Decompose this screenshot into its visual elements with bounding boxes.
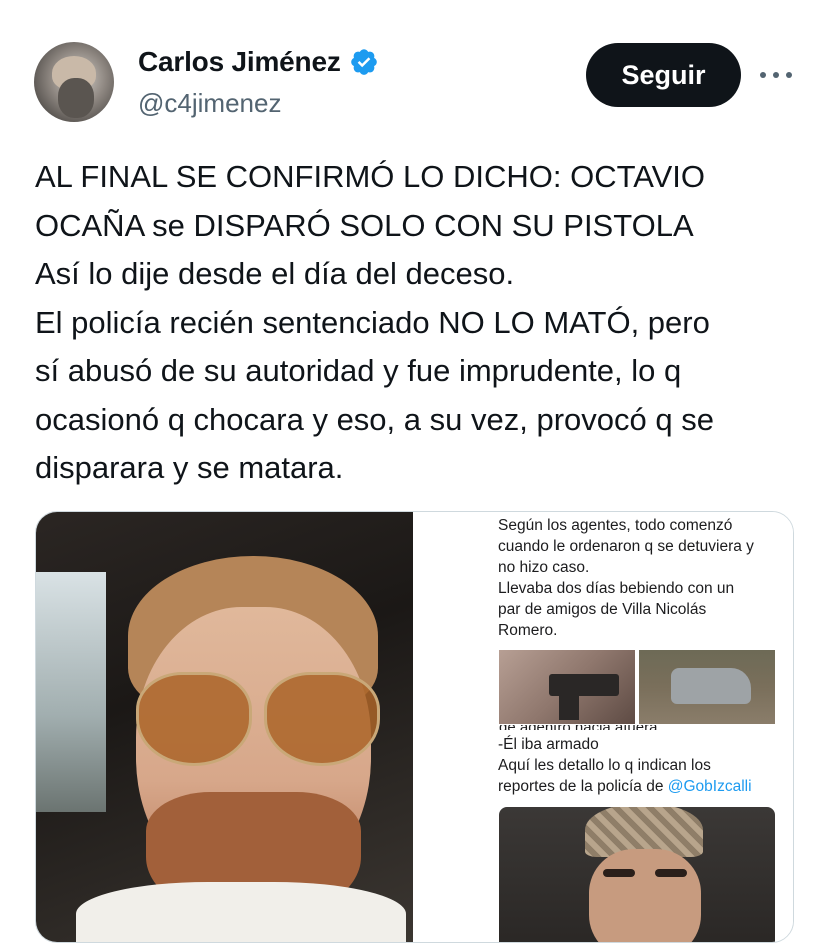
eyebrow-shape: [655, 869, 687, 877]
tweet-text-line: OCAÑA se DISPARÓ SOLO CON SU PISTOLA: [35, 207, 694, 243]
more-dot: [773, 72, 779, 78]
screenshot-text-top: Según los agentes, todo comenzó cuando l…: [498, 515, 783, 641]
media-photo-man-sunglasses[interactable]: [36, 512, 413, 942]
author-handle[interactable]: @c4jimenez: [138, 88, 281, 119]
tweet-text-line: ocasionó q chocara y eso, a su vez, prov…: [35, 401, 714, 437]
verified-badge-icon: [350, 49, 377, 75]
media-screenshot-panel[interactable]: Según los agentes, todo comenzó cuando l…: [413, 512, 793, 942]
screenshot-cut-text: de adentro hacia afuera: [499, 725, 769, 730]
car-shape: [671, 668, 751, 704]
author-name-row: Carlos Jiménez: [138, 46, 379, 78]
avatar[interactable]: [34, 42, 114, 122]
screenshot-text-line: Aquí les detallo lo q indican los: [498, 757, 711, 774]
screenshot-text-line: cuando le ordenaron q se detuviera y: [498, 538, 754, 555]
screenshot-text-line: Según los agentes, todo comenzó: [498, 517, 733, 534]
tweet-text-line: AL FINAL SE CONFIRMÓ LO DICHO: OCTAVIO: [35, 159, 706, 194]
screenshot-text-line: par de amigos de Villa Nicolás: [498, 601, 707, 618]
tweet-text-line: disparara y se matara.: [35, 450, 344, 485]
tweet-text-line: sí abusó de su autoridad y fue imprudent…: [35, 353, 682, 388]
more-dot: [760, 72, 766, 78]
screenshot-text-line: no hizo caso.: [498, 559, 590, 576]
pistol-grip-shape: [559, 690, 579, 720]
more-dot: [786, 72, 792, 78]
screenshot-text-bottom: -Él iba armado Aquí les detallo lo q ind…: [498, 734, 783, 797]
screenshot-text-line: Romero.: [498, 622, 558, 639]
screenshot-text-prefix: reportes de la policía de: [498, 778, 668, 795]
car-window-shape: [36, 572, 106, 812]
tweet-text-line: El policía recién sentenciado NO LO MATÓ…: [35, 304, 710, 340]
screenshot-photo-crashed-car: [639, 650, 775, 724]
tweet-text-line: Así lo dije desde el día del deceso.: [35, 256, 515, 291]
avatar-face-shape: [58, 78, 94, 118]
screenshot-text-line-mention: reportes de la policía de @GobIzcalli: [498, 776, 783, 797]
follow-button[interactable]: Seguir: [586, 43, 741, 107]
media-gallery: Según los agentes, todo comenzó cuando l…: [35, 511, 794, 943]
shirt-shape: [76, 882, 406, 942]
screenshot-text-line: -Él iba armado: [498, 736, 599, 753]
eyebrow-shape: [603, 869, 635, 877]
tweet-text: AL FINAL SE CONFIRMÓ LO DICHO: OCTAVIO O…: [35, 153, 795, 493]
tweet-header: Carlos Jiménez @c4jimenez Seguir: [0, 0, 815, 150]
face-shape: [589, 849, 701, 942]
author-display-name[interactable]: Carlos Jiménez: [138, 46, 341, 78]
screenshot-text-line: Llevaba dos días bebiendo con un: [498, 580, 735, 597]
sunglasses-right-lens: [264, 672, 380, 766]
sunglasses-left-lens: [136, 672, 252, 766]
more-options-icon[interactable]: [760, 62, 792, 88]
screenshot-photo-man-cap: [499, 807, 775, 942]
screenshot-photo-pistol: [499, 650, 635, 724]
mention-link: @GobIzcalli: [667, 778, 752, 795]
